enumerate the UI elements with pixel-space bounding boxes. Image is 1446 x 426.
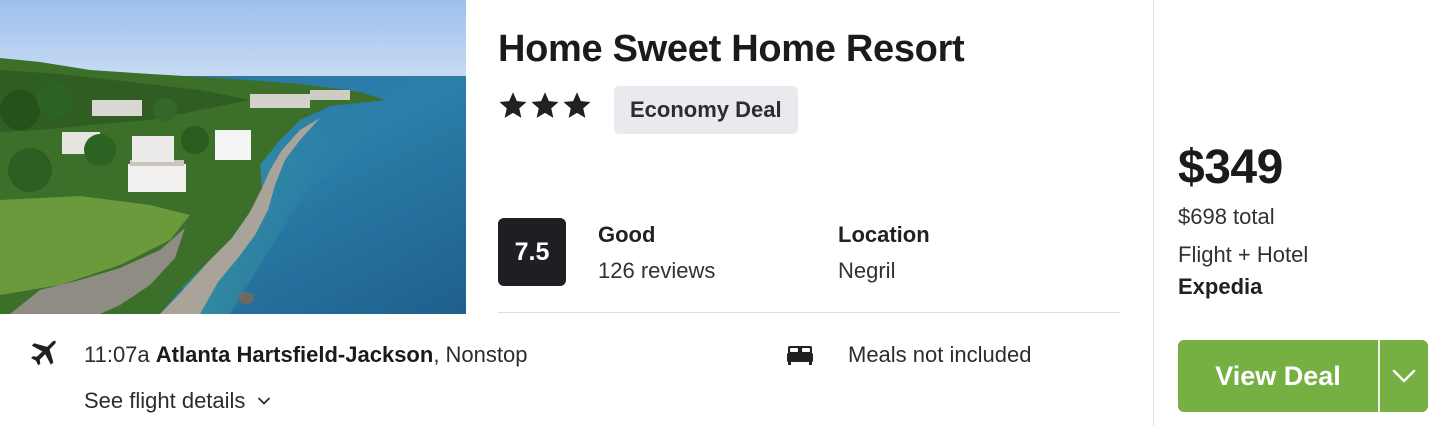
divider	[498, 312, 1120, 313]
star-icon	[563, 92, 591, 118]
star-icon	[531, 92, 559, 118]
flight-stops: , Nonstop	[433, 342, 528, 367]
result-card[interactable]: Home Sweet Home Resort Economy Deal 7.5 …	[0, 0, 1446, 426]
flight-time: 11:07a	[84, 342, 150, 367]
view-deal-button-group: View Deal	[1178, 340, 1428, 412]
hotel-photo[interactable]	[0, 0, 466, 314]
location-value: Negril	[838, 258, 896, 283]
chevron-down-icon	[258, 397, 271, 405]
star-icon	[499, 92, 527, 118]
hotel-name[interactable]: Home Sweet Home Resort	[498, 28, 965, 71]
column-divider	[1153, 0, 1154, 426]
package-type: Flight + Hotel	[1178, 242, 1309, 267]
location-label: Location	[838, 222, 930, 247]
bed-icon	[787, 346, 813, 365]
rating-label: Good	[598, 222, 656, 247]
flight-details-label: See flight details	[84, 388, 246, 413]
deal-badge: Economy Deal	[614, 86, 798, 134]
more-deals-dropdown-button[interactable]	[1380, 340, 1428, 412]
review-count: 126 reviews	[598, 258, 716, 283]
flight-summary: 11:07a Atlanta Hartsfield-Jackson, Nonst…	[84, 342, 527, 368]
button-separator	[1378, 340, 1380, 412]
flight-airport: Atlanta Hartsfield-Jackson	[155, 342, 434, 367]
view-deal-button[interactable]: View Deal	[1178, 340, 1378, 412]
price-per-person: $349	[1178, 141, 1283, 194]
plane-icon	[31, 340, 57, 366]
see-flight-details-link[interactable]: See flight details	[84, 388, 271, 414]
review-score: 7.5	[498, 218, 566, 286]
meals-info: Meals not included	[848, 342, 1032, 367]
chevron-down-icon	[1392, 369, 1416, 383]
price-total: $698 total	[1178, 204, 1275, 229]
provider-name: Expedia	[1178, 274, 1263, 299]
star-rating	[498, 90, 592, 120]
